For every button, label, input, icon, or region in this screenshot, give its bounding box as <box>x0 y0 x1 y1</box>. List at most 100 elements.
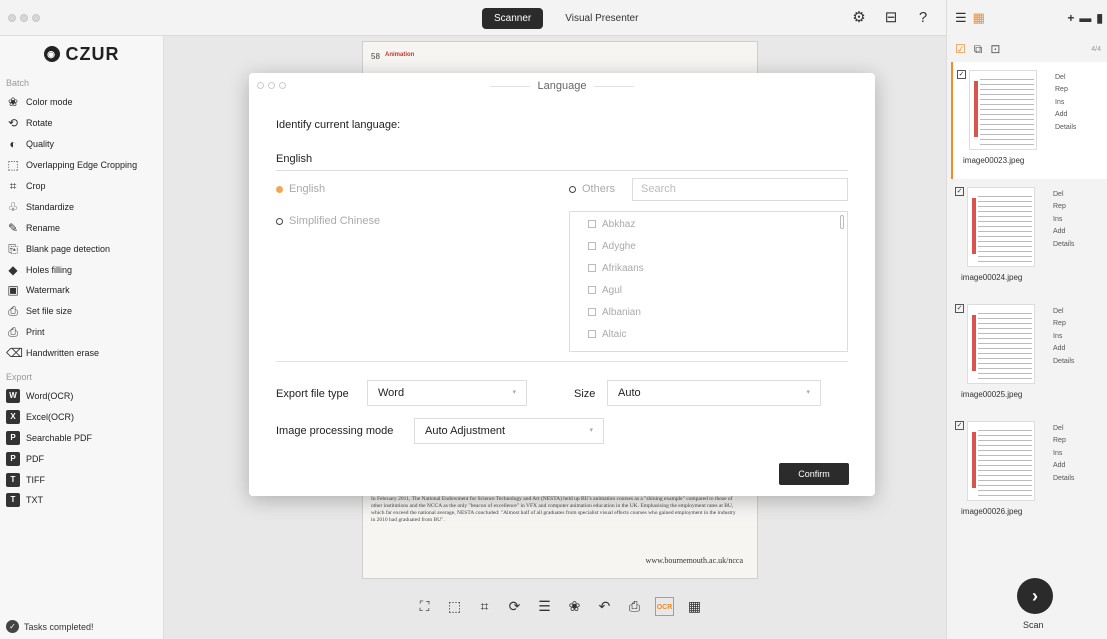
delete-icon[interactable]: ▮ <box>1096 11 1103 25</box>
batch-item-standardize[interactable]: ♧ Standardize <box>0 196 163 217</box>
dialog-close-dot[interactable] <box>257 82 264 89</box>
list-view-icon[interactable]: ☰ <box>955 10 967 26</box>
batch-item-holes-filling[interactable]: ◆ Holes filling <box>0 259 163 280</box>
thumbnail-card[interactable]: ✓ Del Rep Ins Add Details image00025.jpeg <box>951 296 1107 413</box>
dialog-window-controls[interactable] <box>257 82 286 89</box>
thumbnail-action-rep[interactable]: Rep <box>1055 84 1076 96</box>
export-item-searchable-pdf[interactable]: P Searchable PDF <box>0 427 163 448</box>
thumbnail-action-details[interactable]: Details <box>1053 473 1074 485</box>
dialog-zoom-dot[interactable] <box>279 82 286 89</box>
thumbnail-action-rep[interactable]: Rep <box>1053 318 1074 330</box>
select-all-icon[interactable]: ☑ <box>955 42 966 56</box>
thumbnail-action-add[interactable]: Add <box>1053 460 1074 472</box>
tab-scanner[interactable]: Scanner <box>482 8 544 29</box>
color-tool-icon[interactable]: ❀ <box>565 597 584 616</box>
thumbnail-action-del[interactable]: Del <box>1053 189 1074 201</box>
language-list[interactable]: Abkhaz Adyghe Afrikaans Agul Albanian Altaic <box>569 211 848 352</box>
thumbnail-action-del[interactable]: Del <box>1053 423 1074 435</box>
fit-icon[interactable]: ⛶ <box>415 597 434 616</box>
thumbnail-action-ins[interactable]: Ins <box>1053 214 1074 226</box>
add-icon[interactable]: + <box>1067 11 1074 25</box>
thumbnail-image[interactable] <box>967 187 1035 267</box>
compare-icon[interactable]: ⧉ <box>974 42 983 57</box>
thumbnail-action-add[interactable]: Add <box>1053 343 1074 355</box>
print-tool-icon[interactable]: ⎙ <box>625 597 644 616</box>
language-option[interactable]: Altaic <box>570 324 847 344</box>
thumbnail-card[interactable]: ✓ Del Rep Ins Add Details image00024.jpeg <box>951 179 1107 296</box>
batch-item-print[interactable]: ⎙ Print <box>0 322 163 343</box>
batch-item-handwritten-erase[interactable]: ⌫ Handwritten erase <box>0 343 163 364</box>
thumbnail-image[interactable] <box>969 70 1037 150</box>
export-item-tiff[interactable]: T TIFF <box>0 469 163 490</box>
thumbnail-action-del[interactable]: Del <box>1055 72 1076 84</box>
thumbnail-checkbox[interactable]: ✓ <box>955 304 964 313</box>
thumbnail-checkbox[interactable]: ✓ <box>957 70 966 79</box>
thumbnail-card[interactable]: ✓ Del Rep Ins Add Details image00026.jpeg <box>951 413 1107 530</box>
thumbnail-action-add[interactable]: Add <box>1055 109 1076 121</box>
thumbnail-image[interactable] <box>967 304 1035 384</box>
scan-button[interactable]: › <box>1017 578 1053 614</box>
confirm-button[interactable]: Confirm <box>779 463 849 485</box>
export-item-excel-ocr[interactable]: X Excel(OCR) <box>0 406 163 427</box>
thumbnail-checkbox[interactable]: ✓ <box>955 187 964 196</box>
adjust-icon[interactable]: ☰ <box>535 597 554 616</box>
language-search-input[interactable]: Search <box>632 178 848 201</box>
language-option[interactable]: Adyghe <box>570 236 847 256</box>
language-option[interactable]: Albanian <box>570 302 847 322</box>
folder-icon[interactable]: ▬ <box>1079 11 1091 25</box>
rotate-tool-icon[interactable]: ⟳ <box>505 597 524 616</box>
batch-item-watermark[interactable]: ▣ Watermark <box>0 280 163 301</box>
thumbnail-action-details[interactable]: Details <box>1055 122 1076 134</box>
radio-others[interactable]: Others <box>569 183 615 195</box>
export-item-pdf[interactable]: P PDF <box>0 448 163 469</box>
thumbnail-action-add[interactable]: Add <box>1053 226 1074 238</box>
grid-view-icon[interactable]: ▦ <box>973 10 985 26</box>
batch-item-crop[interactable]: ⌗ Crop <box>0 176 163 197</box>
gear-icon[interactable]: ⚙ <box>850 9 868 27</box>
radio-english[interactable]: English <box>276 183 325 195</box>
processing-mode-select[interactable]: Auto Adjustment ▾ <box>414 418 604 444</box>
language-option[interactable]: Afrikaans <box>570 258 847 278</box>
help-icon[interactable]: ? <box>914 9 932 27</box>
batch-item-blank-page-detection[interactable]: ⎘ Blank page detection <box>0 238 163 259</box>
crop-tool-icon[interactable]: ⌗ <box>475 597 494 616</box>
batch-item-quality[interactable]: ◐ Quality <box>0 134 163 155</box>
minimize-dot[interactable] <box>20 14 28 22</box>
qr-code-icon[interactable]: ▦ <box>685 597 704 616</box>
thumbnail-action-ins[interactable]: Ins <box>1053 448 1074 460</box>
export-type-select[interactable]: Word ▾ <box>367 380 527 406</box>
ocr-icon[interactable]: OCR <box>655 597 674 616</box>
undo-icon[interactable]: ↶ <box>595 597 614 616</box>
thumbnail-action-ins[interactable]: Ins <box>1055 97 1076 109</box>
dialog-minimize-dot[interactable] <box>268 82 275 89</box>
list-scrollbar[interactable] <box>840 215 844 229</box>
batch-item-set-file-size[interactable]: ⎙ Set file size <box>0 301 163 322</box>
export-item-word-ocr[interactable]: W Word(OCR) <box>0 386 163 407</box>
display-icon[interactable]: ⊟ <box>882 9 900 27</box>
thumbnail-action-details[interactable]: Details <box>1053 356 1074 368</box>
radio-simplified-chinese[interactable]: Simplified Chinese <box>276 215 380 227</box>
window-controls[interactable] <box>8 14 40 22</box>
batch-item-overlapping-edge-cropping[interactable]: ⬚ Overlapping Edge Cropping <box>0 155 163 176</box>
thumbnail-image[interactable] <box>967 421 1035 501</box>
thumbnail-card[interactable]: ✓ Del Rep Ins Add Details image00023.jpeg <box>951 62 1107 179</box>
close-dot[interactable] <box>8 14 16 22</box>
thumbnail-action-rep[interactable]: Rep <box>1053 435 1074 447</box>
batch-item-color-mode[interactable]: ❀ Color mode <box>0 92 163 113</box>
batch-item-rename[interactable]: ✎ Rename <box>0 217 163 238</box>
batch-item-rotate[interactable]: ⟲ Rotate <box>0 113 163 134</box>
tab-visual-presenter[interactable]: Visual Presenter <box>553 8 650 29</box>
thumbnail-action-del[interactable]: Del <box>1053 306 1074 318</box>
radio-selected-icon <box>276 185 283 193</box>
zoom-dot[interactable] <box>32 14 40 22</box>
thumbnail-action-ins[interactable]: Ins <box>1053 331 1074 343</box>
select-area-icon[interactable]: ⬚ <box>445 597 464 616</box>
thumbnail-checkbox[interactable]: ✓ <box>955 421 964 430</box>
language-option[interactable]: Agul <box>570 280 847 300</box>
thumbnail-action-rep[interactable]: Rep <box>1053 201 1074 213</box>
split-icon[interactable]: ⊡ <box>990 42 1000 56</box>
size-select[interactable]: Auto ▾ <box>607 380 821 406</box>
export-item-txt[interactable]: T TXT <box>0 490 163 511</box>
thumbnail-action-details[interactable]: Details <box>1053 239 1074 251</box>
language-option[interactable]: Abkhaz <box>570 214 847 234</box>
